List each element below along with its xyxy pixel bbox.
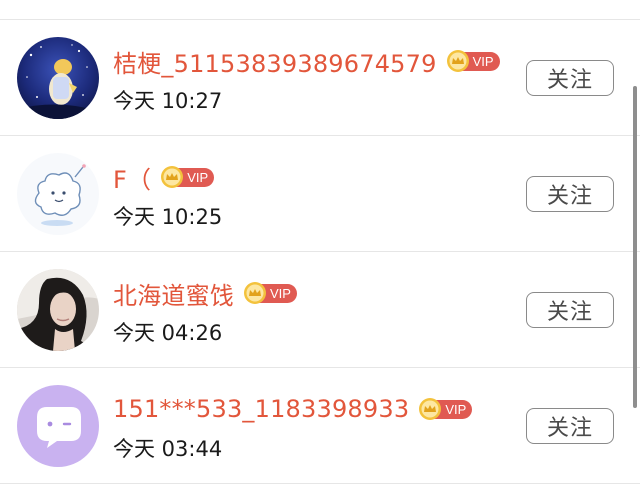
default-chat-avatar-icon [17,385,99,467]
scrollbar[interactable] [633,86,637,408]
username[interactable]: 桔梗_51153839389674579 [113,44,437,79]
sketch-sheep-avatar-icon [17,153,99,235]
follow-time: 今天 10:25 [113,205,223,229]
follow-time: 今天 04:26 [113,321,223,345]
girl-portrait-avatar-icon [17,269,99,351]
avatar[interactable] [17,37,99,119]
follow-button[interactable]: 关注 [526,292,614,328]
follow-time: 今天 03:44 [113,437,223,461]
name-line: 北海道蜜饯 VIP [113,276,297,311]
avatar[interactable] [17,269,99,351]
list-item[interactable]: 151***533_1183398933 VIP 今天 03:44 关注 [0,368,640,484]
crown-icon [161,166,184,188]
crown-icon [446,50,469,72]
list-item[interactable]: F（ VIP 今天 10:25 关注 [0,136,640,252]
follower-list-screen: 桔梗_51153839389674579 VIP 今天 10:27 关注 F（ … [0,0,640,498]
list-item[interactable]: 桔梗_51153839389674579 VIP 今天 10:27 关注 [0,20,640,136]
user-list[interactable]: 桔梗_51153839389674579 VIP 今天 10:27 关注 F（ … [0,20,640,484]
vip-badge: VIP [418,398,473,420]
follow-button[interactable]: 关注 [526,60,614,96]
avatar[interactable] [17,385,99,467]
name-line: 151***533_1183398933 VIP [113,393,473,425]
name-line: F（ VIP [113,160,215,195]
avatar[interactable] [17,153,99,235]
crown-icon [244,282,266,304]
follow-button[interactable]: 关注 [526,176,614,212]
follow-button[interactable]: 关注 [526,408,614,444]
username[interactable]: F（ [113,160,151,195]
follow-time: 今天 10:27 [113,89,223,113]
crown-icon [419,398,442,420]
list-item[interactable]: 北海道蜜饯 VIP 今天 04:26 关注 [0,252,640,368]
vip-badge: VIP [243,282,297,304]
username[interactable]: 北海道蜜饯 [113,276,234,311]
night-sky-avatar-icon [17,37,99,119]
username[interactable]: 151***533_1183398933 [113,395,409,423]
name-line: 桔梗_51153839389674579 VIP [113,44,500,79]
vip-badge: VIP [160,166,215,188]
vip-badge: VIP [446,50,500,72]
